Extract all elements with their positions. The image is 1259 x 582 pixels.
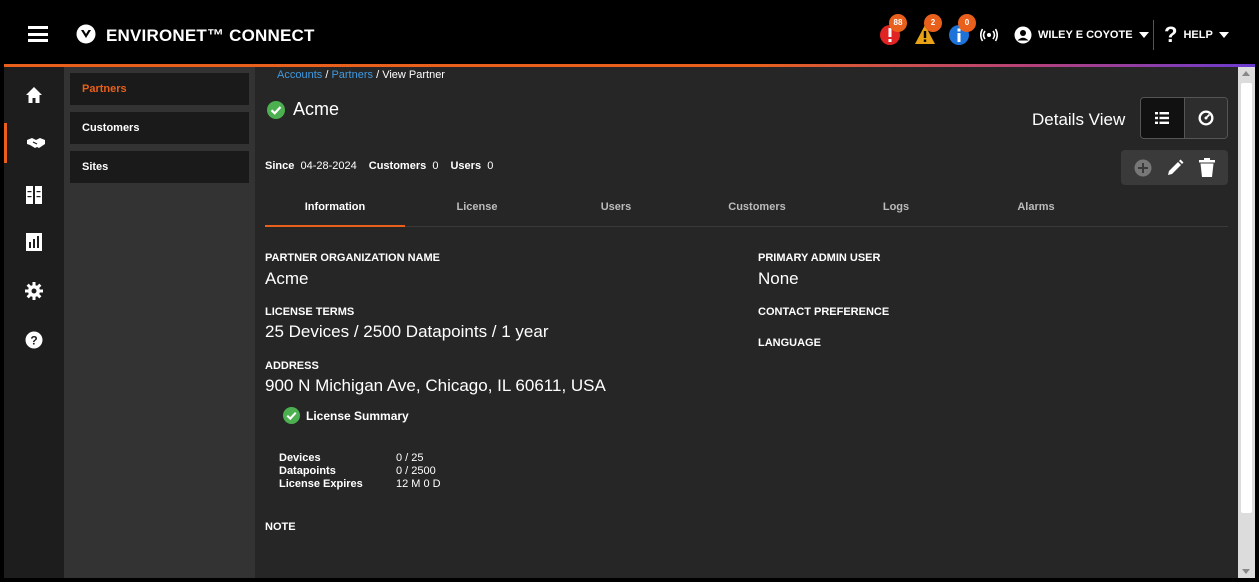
- org-name-label: PARTNER ORGANIZATION NAME: [265, 252, 440, 264]
- contact-preference-label: CONTACT PREFERENCE: [758, 306, 890, 318]
- summary-value: 0 / 25: [396, 452, 424, 464]
- subnav-item-customers[interactable]: Customers: [70, 112, 249, 144]
- scroll-up-icon[interactable]: [1242, 71, 1250, 76]
- check-circle-icon: [267, 100, 285, 119]
- user-name: WILEY E COYOTE: [1038, 29, 1133, 41]
- subnav-item-partners[interactable]: Partners: [70, 73, 249, 105]
- customers-count: 0: [432, 160, 439, 172]
- page-title: Acme: [267, 99, 339, 120]
- nav-partners[interactable]: [4, 123, 64, 163]
- question-icon: ?: [1164, 22, 1178, 47]
- list-icon: [1155, 112, 1170, 124]
- breadcrumb-partners[interactable]: Partners: [331, 69, 373, 81]
- view-toggle: [1140, 97, 1228, 139]
- tab-alarms[interactable]: Alarms: [966, 201, 1106, 227]
- primary-admin-value: None: [758, 269, 799, 288]
- license-terms-value: 25 Devices / 2500 Datapoints / 1 year: [265, 322, 549, 341]
- note-label: NOTE: [265, 521, 296, 533]
- user-icon: [1014, 26, 1032, 44]
- tab-customers[interactable]: Customers: [687, 201, 827, 227]
- warning-alert-count: 2: [924, 14, 942, 32]
- check-circle-icon: [283, 407, 300, 424]
- breadcrumb: Accounts / Partners / View Partner: [277, 69, 445, 81]
- nav-settings[interactable]: [4, 271, 64, 311]
- users-count: 0: [487, 160, 494, 172]
- summary-value: 0 / 2500: [396, 465, 436, 477]
- breadcrumb-current: View Partner: [382, 69, 445, 81]
- address-value: 900 N Michigan Ave, Chicago, IL 60611, U…: [265, 376, 606, 395]
- help-menu[interactable]: ? HELP: [1164, 22, 1229, 47]
- tab-bar: Information License Users Customers Logs…: [265, 193, 1228, 227]
- tab-information[interactable]: Information: [265, 201, 405, 227]
- handshake-icon: [26, 138, 45, 148]
- customers-label: Customers: [368, 160, 427, 172]
- primary-admin-label: PRIMARY ADMIN USER: [758, 252, 881, 264]
- summary-key: License Expires: [279, 478, 363, 490]
- org-name-value: Acme: [265, 269, 309, 288]
- gauge-icon: [1198, 110, 1214, 126]
- license-summary-table: Devices 0 / 25 Datapoints 0 / 2500 Licen…: [279, 452, 441, 491]
- app-title: ENVIRONET™ CONNECT: [106, 26, 315, 45]
- home-icon: [26, 87, 42, 103]
- info-alert-count: 0: [958, 14, 976, 32]
- action-toolbar: [1121, 150, 1228, 185]
- partner-name: Acme: [293, 99, 340, 119]
- language-label: LANGUAGE: [758, 337, 821, 349]
- tab-users[interactable]: Users: [546, 201, 686, 227]
- license-summary-title: License Summary: [283, 407, 409, 424]
- signal-icon[interactable]: [980, 28, 998, 42]
- nav-dashboard[interactable]: [4, 175, 64, 215]
- critical-alert-count: 88: [889, 14, 907, 32]
- divider: [1153, 20, 1154, 50]
- scrollbar[interactable]: [1238, 67, 1255, 578]
- tab-license[interactable]: License: [407, 201, 547, 227]
- summary-key: Datapoints: [279, 465, 336, 477]
- tab-logs[interactable]: Logs: [826, 201, 966, 227]
- help-label: HELP: [1183, 29, 1213, 41]
- subnav-item-sites[interactable]: Sites: [70, 151, 249, 183]
- view-label: Details View: [1032, 110, 1126, 129]
- add-icon[interactable]: [1134, 159, 1152, 177]
- address-label: ADDRESS: [265, 360, 319, 372]
- sub-nav: Partners Customers Sites: [64, 67, 255, 578]
- summary-row: License Expires 12 M 0 D: [279, 478, 441, 491]
- nav-reports[interactable]: [4, 222, 64, 262]
- breadcrumb-accounts[interactable]: Accounts: [277, 69, 322, 81]
- report-icon: [26, 233, 42, 251]
- dashboard-icon: [26, 186, 42, 204]
- nav-help[interactable]: ?: [4, 320, 64, 360]
- summary-key: Devices: [279, 452, 321, 464]
- delete-icon[interactable]: [1198, 158, 1215, 177]
- since-value: 04-28-2024: [300, 160, 357, 172]
- logo-icon: [76, 24, 96, 44]
- list-view-button[interactable]: [1141, 98, 1184, 138]
- warning-alerts-button[interactable]: 2: [914, 14, 942, 46]
- chevron-down-icon: [1218, 32, 1229, 38]
- users-label: Users: [450, 160, 482, 172]
- summary-value: 12 M 0 D: [396, 478, 441, 490]
- since-label: Since: [265, 160, 295, 172]
- top-bar: ENVIRONET™ CONNECT 88 2 0 WILEY E COYOTE…: [4, 4, 1255, 64]
- left-nav: ?: [4, 67, 64, 578]
- nav-home[interactable]: [4, 75, 64, 115]
- settings-icon: [25, 282, 43, 300]
- menu-icon[interactable]: [28, 26, 48, 42]
- partner-meta: Since 04-28-2024 Customers 0 Users 0: [265, 160, 493, 172]
- help-icon: ?: [25, 331, 43, 349]
- main-content: Accounts / Partners / View Partner Acme …: [255, 67, 1238, 578]
- summary-row: Devices 0 / 25: [279, 452, 441, 465]
- summary-row: Datapoints 0 / 2500: [279, 465, 441, 478]
- dashboard-view-button[interactable]: [1183, 98, 1227, 138]
- svg-text:?: ?: [30, 334, 37, 348]
- scroll-thumb[interactable]: [1241, 83, 1252, 513]
- edit-icon[interactable]: [1166, 159, 1184, 177]
- critical-alerts-button[interactable]: 88: [879, 14, 907, 46]
- chevron-down-icon: [1138, 32, 1149, 38]
- license-terms-label: LICENSE TERMS: [265, 306, 355, 318]
- license-summary-label: License Summary: [306, 408, 409, 423]
- scroll-down-icon[interactable]: [1242, 569, 1250, 574]
- user-menu[interactable]: WILEY E COYOTE: [1014, 26, 1149, 44]
- info-alerts-button[interactable]: 0: [948, 14, 976, 46]
